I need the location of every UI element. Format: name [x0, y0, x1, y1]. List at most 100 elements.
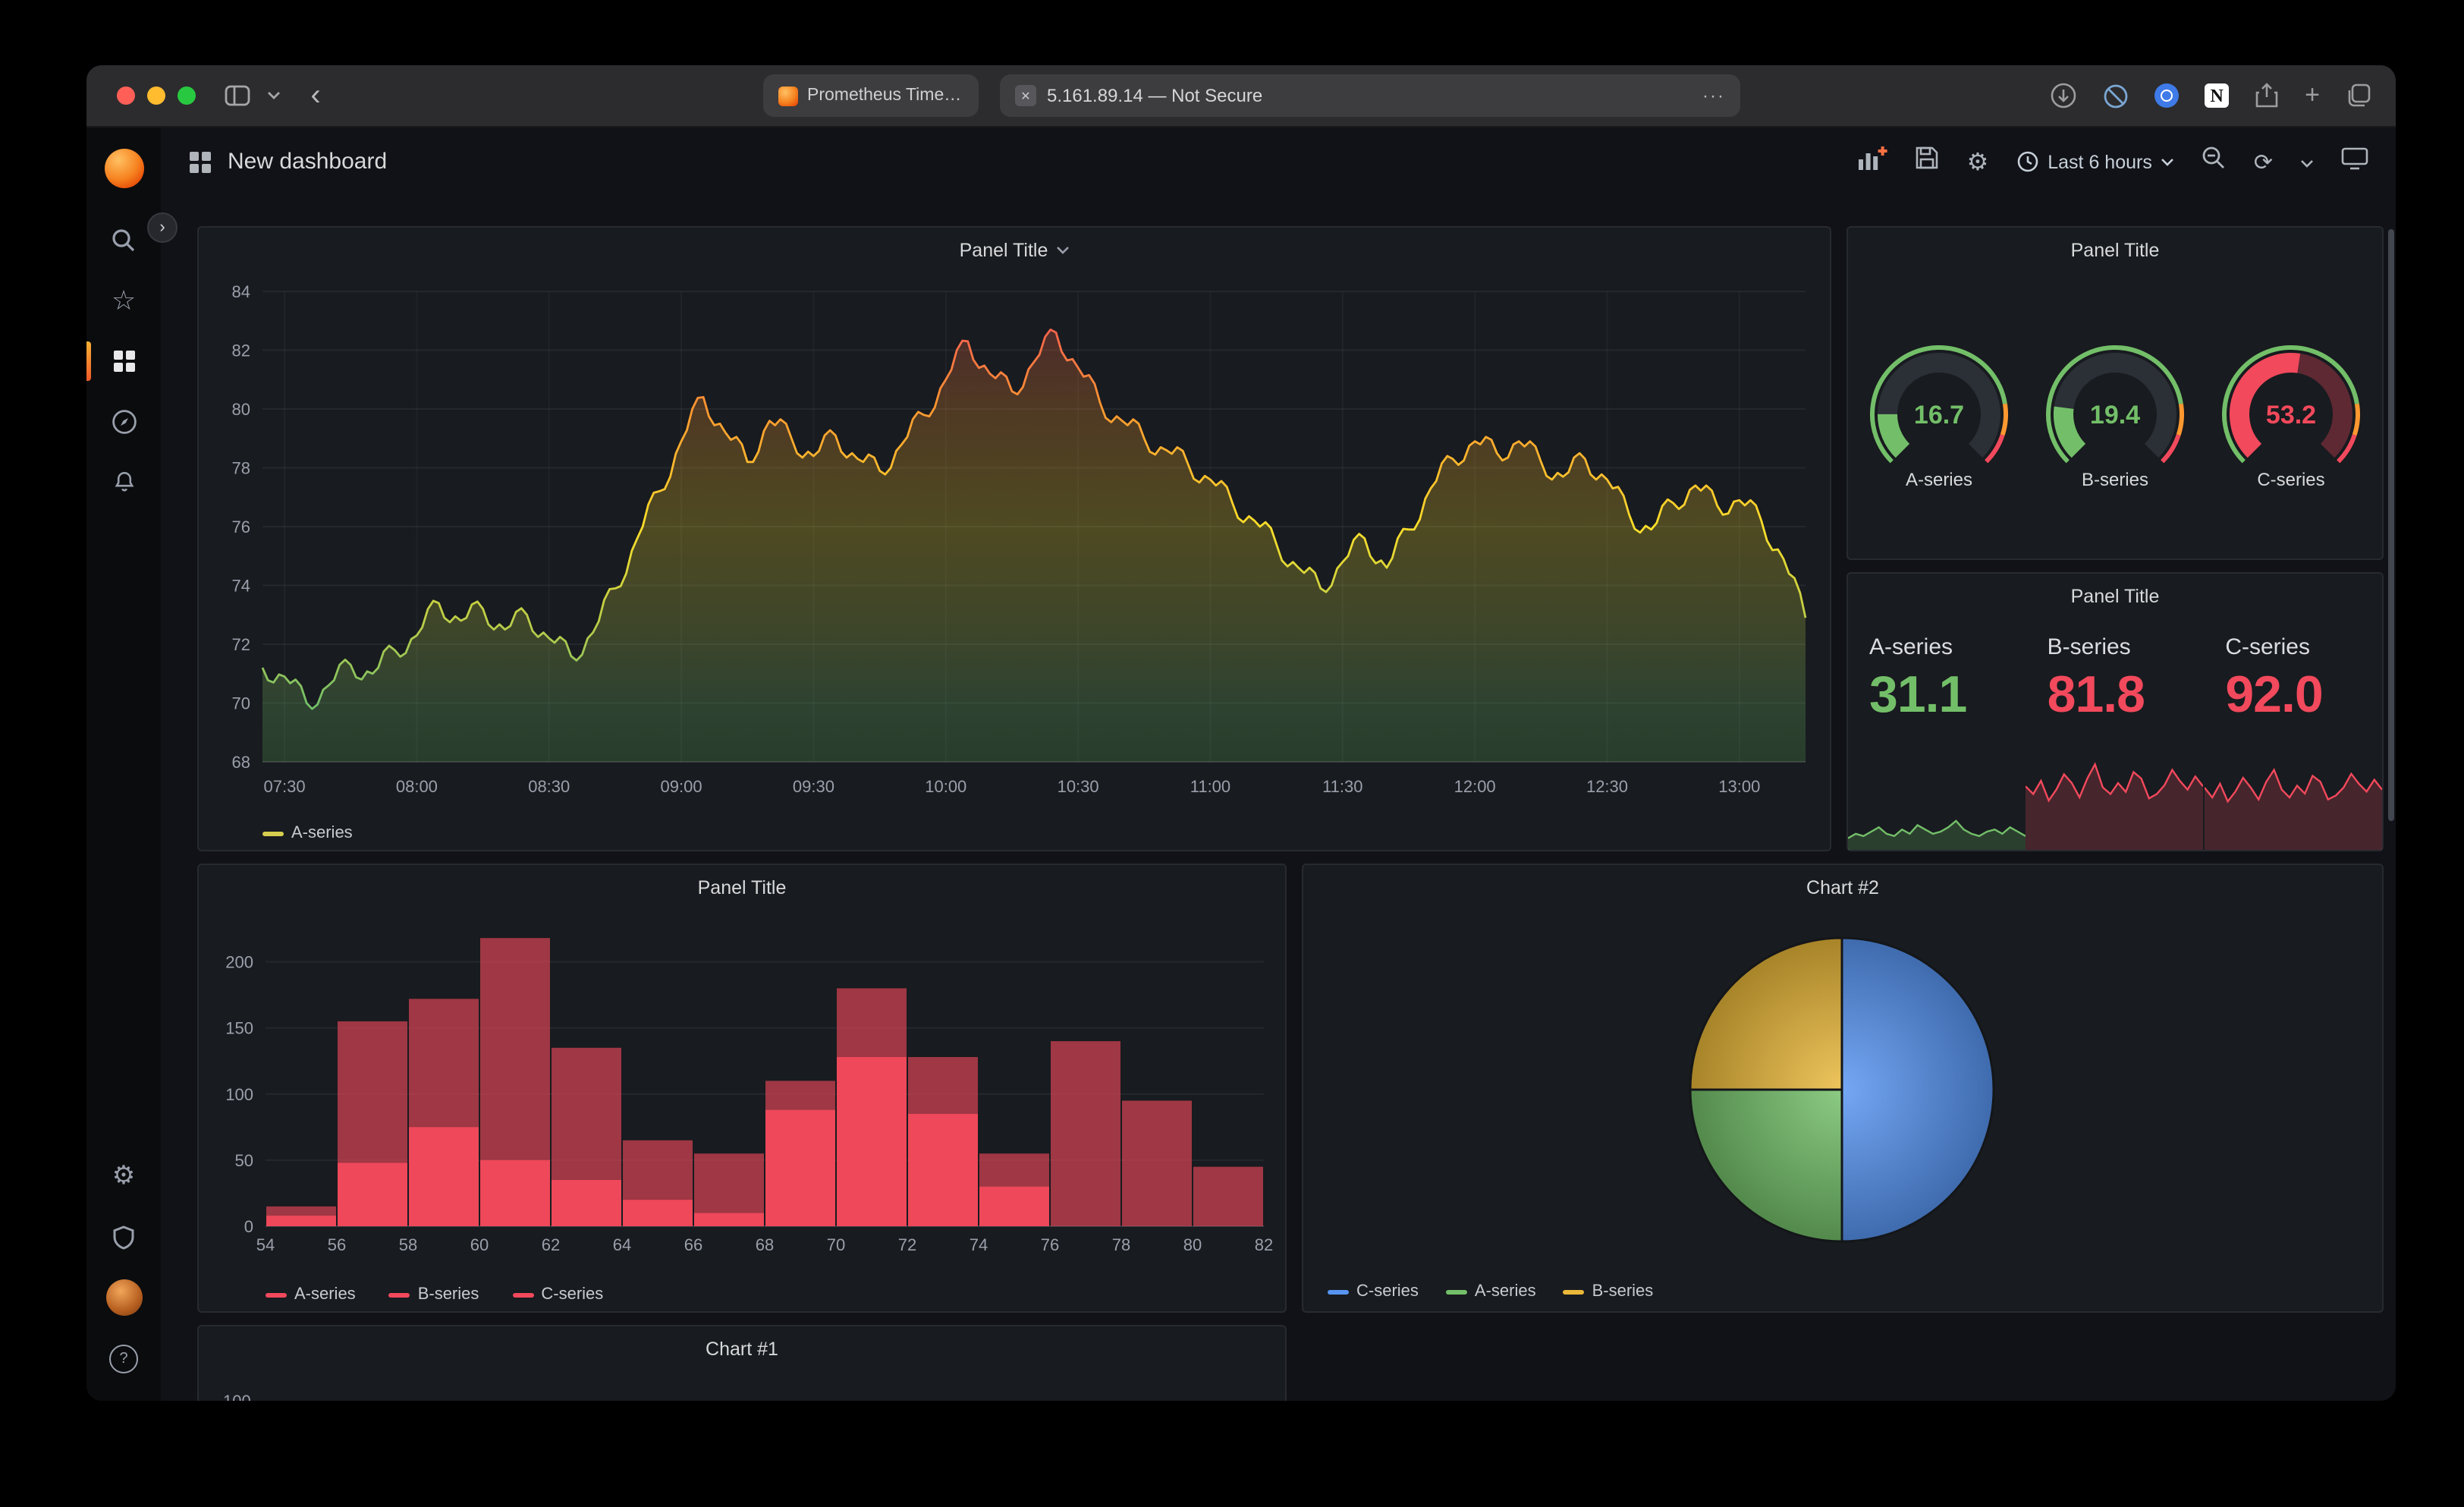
- legend-item[interactable]: A-series: [262, 824, 353, 842]
- sidebar-item-profile[interactable]: [86, 1267, 161, 1328]
- stat-b-series: B-series 81.8: [2026, 619, 2205, 850]
- pie-chart: C-series A-series B-series: [1303, 911, 2382, 1311]
- grafana-main: New dashboard: [161, 127, 2396, 1401]
- zoom-window-button[interactable]: [178, 87, 196, 105]
- legend-label: B-series: [1592, 1282, 1654, 1301]
- address-more-button[interactable]: ···: [1702, 85, 1725, 106]
- svg-text:64: 64: [613, 1235, 631, 1254]
- panel-title-bar[interactable]: Chart #1: [199, 1326, 1285, 1372]
- sidebar-item-dashboards[interactable]: [86, 331, 161, 392]
- svg-text:76: 76: [1041, 1235, 1059, 1254]
- compass-icon: [110, 408, 137, 436]
- sidebar-item-explore[interactable]: [86, 392, 161, 452]
- downloads-icon[interactable]: [2050, 82, 2077, 109]
- legend-label: A-series: [294, 1285, 356, 1304]
- navbar-actions: ⚙ Last 6 hours: [1858, 145, 2368, 178]
- chevron-down-icon[interactable]: [262, 77, 284, 114]
- svg-text:12:00: 12:00: [1454, 777, 1496, 796]
- panel-histogram: Panel Title 0501001502005456586062646668…: [197, 864, 1287, 1313]
- svg-text:50: 50: [235, 1151, 253, 1170]
- legend-marker: [1328, 1289, 1349, 1294]
- legend-item[interactable]: A-series: [1446, 1282, 1536, 1301]
- time-range-picker[interactable]: Last 6 hours: [2016, 150, 2175, 173]
- notion-extension-icon[interactable]: N: [2205, 83, 2229, 108]
- sidebar-item-starred[interactable]: ☆: [86, 270, 161, 331]
- panel-title-bar[interactable]: Panel Title: [199, 228, 1830, 273]
- svg-text:10:00: 10:00: [925, 777, 966, 796]
- legend-label: C-series: [1356, 1282, 1419, 1301]
- svg-text:58: 58: [399, 1235, 417, 1254]
- gauge-c-series: 53.2 C-series: [2206, 341, 2376, 490]
- panel-title: Panel Title: [698, 877, 787, 898]
- dashboard-title: New dashboard: [228, 149, 387, 175]
- legend-item[interactable]: B-series: [1564, 1282, 1654, 1301]
- add-panel-button[interactable]: [1858, 145, 1888, 178]
- window-controls: [117, 87, 196, 105]
- user-avatar: [105, 1279, 142, 1316]
- legend-item[interactable]: A-series: [266, 1285, 356, 1304]
- browser-window: ‹ Prometheus Time… ✕ 5.161.89.14 — Not S…: [86, 65, 2396, 1401]
- content-blocker-icon[interactable]: [2103, 83, 2129, 109]
- svg-text:62: 62: [542, 1235, 560, 1254]
- grafana-sidebar: ☆: [86, 127, 161, 1401]
- svg-text:200: 200: [225, 953, 253, 972]
- back-button[interactable]: ‹: [302, 77, 329, 114]
- bell-icon: [110, 469, 137, 496]
- panel-title-bar[interactable]: Chart #2: [1303, 865, 2382, 911]
- dashboard-scrollbar[interactable]: [2388, 229, 2394, 821]
- legend-item[interactable]: C-series: [512, 1285, 603, 1304]
- close-window-button[interactable]: [117, 87, 135, 105]
- grafana-logo[interactable]: [104, 149, 143, 188]
- gauge-value: 16.7: [1854, 401, 2024, 431]
- zoom-out-button[interactable]: [2202, 146, 2227, 178]
- dashboard-canvas: Panel Title: [161, 196, 2396, 1401]
- minimize-window-button[interactable]: [147, 87, 165, 105]
- gauge-b-series: 19.4 B-series: [2030, 341, 2200, 490]
- dashboard-settings-button[interactable]: ⚙: [1967, 147, 1989, 176]
- sidebar-item-configuration[interactable]: ⚙: [86, 1146, 161, 1207]
- dashboards-grid-icon: [112, 349, 136, 373]
- gauge-label: A-series: [1906, 469, 1972, 490]
- gauge-a-series: 16.7 A-series: [1854, 341, 2024, 490]
- save-dashboard-button[interactable]: [1916, 146, 1940, 178]
- page-icon: ✕: [1015, 85, 1036, 106]
- svg-text:100: 100: [225, 1085, 253, 1104]
- refresh-interval-dropdown[interactable]: [2300, 148, 2314, 175]
- browser-tab-prometheus[interactable]: Prometheus Time…: [763, 74, 979, 117]
- sidebar-item-server-admin[interactable]: [86, 1207, 161, 1267]
- address-bar[interactable]: ✕ 5.161.89.14 — Not Secure ···: [1000, 74, 1740, 117]
- sidebar-item-alerting[interactable]: [86, 452, 161, 513]
- histogram-legend: A-series B-series C-series: [266, 1285, 603, 1304]
- panel-title-bar[interactable]: Panel Title: [1848, 574, 2382, 619]
- stat-a-series: A-series 31.1: [1848, 619, 2026, 850]
- password-extension-icon[interactable]: [2154, 83, 2179, 108]
- svg-text:11:30: 11:30: [1322, 777, 1362, 796]
- legend-marker: [266, 1292, 287, 1297]
- new-tab-icon[interactable]: +: [2305, 80, 2320, 111]
- chevron-down-icon: [2161, 157, 2175, 166]
- svg-text:12:30: 12:30: [1586, 777, 1628, 796]
- svg-text:70: 70: [232, 694, 250, 713]
- stat-label: C-series: [2225, 634, 2382, 660]
- sidebar-toggle-icon[interactable]: [220, 77, 253, 114]
- svg-text:74: 74: [970, 1235, 988, 1254]
- panel-title-bar[interactable]: Panel Title: [199, 865, 1285, 911]
- panel-menu-chevron-icon: [1055, 246, 1069, 255]
- sidebar-expand-button[interactable]: ›: [147, 212, 178, 243]
- panel-title-bar[interactable]: Panel Title: [1848, 228, 2382, 273]
- sidebar-item-help[interactable]: ?: [86, 1328, 161, 1389]
- svg-text:10:30: 10:30: [1058, 777, 1099, 796]
- legend-item[interactable]: C-series: [1328, 1282, 1419, 1301]
- tab-overview-icon[interactable]: [2346, 83, 2371, 108]
- refresh-button[interactable]: ⟳: [2254, 148, 2273, 175]
- legend-item[interactable]: B-series: [389, 1285, 479, 1304]
- address-text: 5.161.89.14 — Not Secure: [1047, 85, 1262, 106]
- svg-text:72: 72: [232, 635, 250, 654]
- svg-text:80: 80: [232, 400, 250, 419]
- svg-text:0: 0: [244, 1217, 253, 1236]
- kiosk-mode-button[interactable]: [2341, 146, 2368, 177]
- legend-marker: [262, 831, 284, 835]
- panel-pie: Chart #2 C-series A: [1302, 864, 2384, 1313]
- share-icon[interactable]: [2255, 82, 2279, 109]
- svg-text:78: 78: [232, 459, 250, 478]
